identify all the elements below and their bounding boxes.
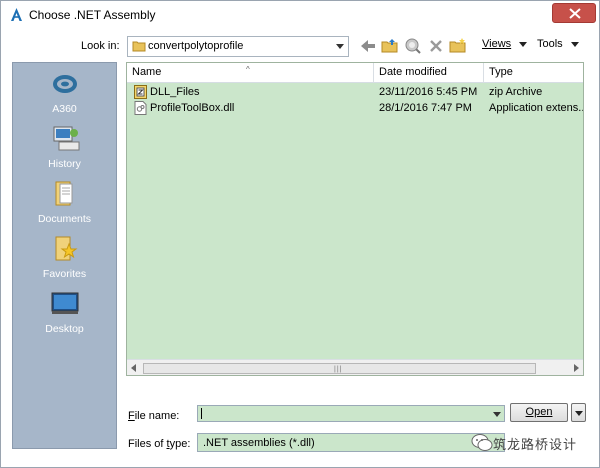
place-label: History [48, 158, 81, 170]
places-bar: A360 History Documents Favorites Desktop [12, 62, 117, 449]
file-row[interactable]: ProfileToolBox.dll 28/1/2016 7:47 PM App… [127, 100, 584, 116]
place-label: A360 [52, 103, 77, 115]
place-favorites[interactable]: Favorites [13, 228, 116, 283]
file-type: Application extens... [489, 102, 584, 114]
open-options-button[interactable] [571, 403, 586, 422]
look-in-label: Look in: [81, 40, 120, 52]
documents-icon [50, 179, 80, 207]
tools-chevron-icon [570, 41, 579, 47]
column-header-name[interactable]: Name ^ [127, 63, 374, 83]
zip-file-icon [134, 85, 147, 99]
file-name: DLL_Files [150, 86, 200, 98]
grip-icon: ||| [334, 366, 343, 373]
history-icon [50, 124, 80, 152]
file-name-input[interactable] [197, 405, 505, 422]
place-label: Favorites [42, 268, 87, 280]
file-list-header: Name ^ Date modified Type [127, 63, 583, 83]
scroll-left-icon[interactable] [131, 364, 136, 372]
search-web-icon[interactable] [403, 36, 423, 56]
delete-icon[interactable] [426, 36, 446, 56]
place-desktop[interactable]: Desktop [13, 283, 116, 338]
up-folder-icon[interactable] [380, 36, 400, 56]
chevron-down-icon [575, 411, 583, 416]
back-icon[interactable] [358, 36, 378, 56]
watermark-text: 筑龙路桥设计 [493, 438, 578, 453]
dialog-window: Choose .NET Assembly Look in: convertpol… [0, 0, 600, 468]
title-bar[interactable]: Choose .NET Assembly [1, 1, 599, 29]
open-button[interactable]: Open [510, 403, 568, 422]
place-a360[interactable]: A360 [13, 63, 116, 118]
file-type-value: .NET assemblies (*.dll) [203, 437, 315, 449]
open-label: Open [525, 406, 553, 418]
chevron-down-icon[interactable] [493, 412, 501, 417]
file-date: 23/11/2016 5:45 PM [379, 86, 478, 98]
file-type-dropdown[interactable]: .NET assemblies (*.dll) [197, 433, 505, 452]
file-row[interactable]: DLL_Files 23/11/2016 5:45 PM zip Archive [127, 84, 583, 100]
column-header-type[interactable]: Type [484, 63, 583, 83]
file-list[interactable]: Name ^ Date modified Type DLL_Files 23/1… [126, 62, 584, 376]
file-type: zip Archive [489, 86, 543, 98]
tools-menu-button[interactable]: Tools [537, 38, 579, 50]
place-label: Documents [37, 213, 92, 225]
views-label: Views [482, 38, 512, 50]
sort-ascending-icon: ^ [246, 65, 250, 74]
autocad-app-icon [10, 7, 23, 22]
chevron-down-icon [336, 44, 344, 49]
a360-icon [50, 69, 80, 97]
window-title: Choose .NET Assembly [29, 8, 156, 22]
file-date: 28/1/2016 7:47 PM [379, 102, 472, 114]
desktop-icon [50, 289, 80, 317]
dll-file-icon [134, 101, 147, 115]
scroll-right-icon[interactable] [574, 364, 579, 372]
tools-label: Tools [537, 38, 563, 50]
place-documents[interactable]: Documents [13, 173, 116, 228]
close-icon [569, 8, 581, 19]
folder-icon [132, 41, 146, 52]
favorites-icon [50, 234, 80, 262]
file-type-label: Files of type: [128, 438, 191, 450]
text-caret [201, 408, 202, 419]
look-in-dropdown[interactable]: convertpolytoprofile [127, 36, 349, 57]
place-history[interactable]: History [13, 118, 116, 173]
file-name-label: File name: [128, 410, 180, 422]
scrollbar-thumb[interactable]: ||| [143, 363, 536, 374]
look-in-value: convertpolytoprofile [148, 40, 244, 52]
new-folder-icon[interactable] [448, 36, 468, 56]
place-label: Desktop [45, 323, 84, 335]
close-button[interactable] [552, 3, 596, 23]
horizontal-scrollbar[interactable]: ||| [127, 359, 583, 375]
wechat-logo-icon [471, 433, 493, 456]
views-menu-button[interactable]: Views [482, 38, 528, 50]
file-name: ProfileToolBox.dll [150, 102, 235, 114]
views-chevron-icon [519, 41, 528, 47]
column-header-date[interactable]: Date modified [374, 63, 484, 83]
